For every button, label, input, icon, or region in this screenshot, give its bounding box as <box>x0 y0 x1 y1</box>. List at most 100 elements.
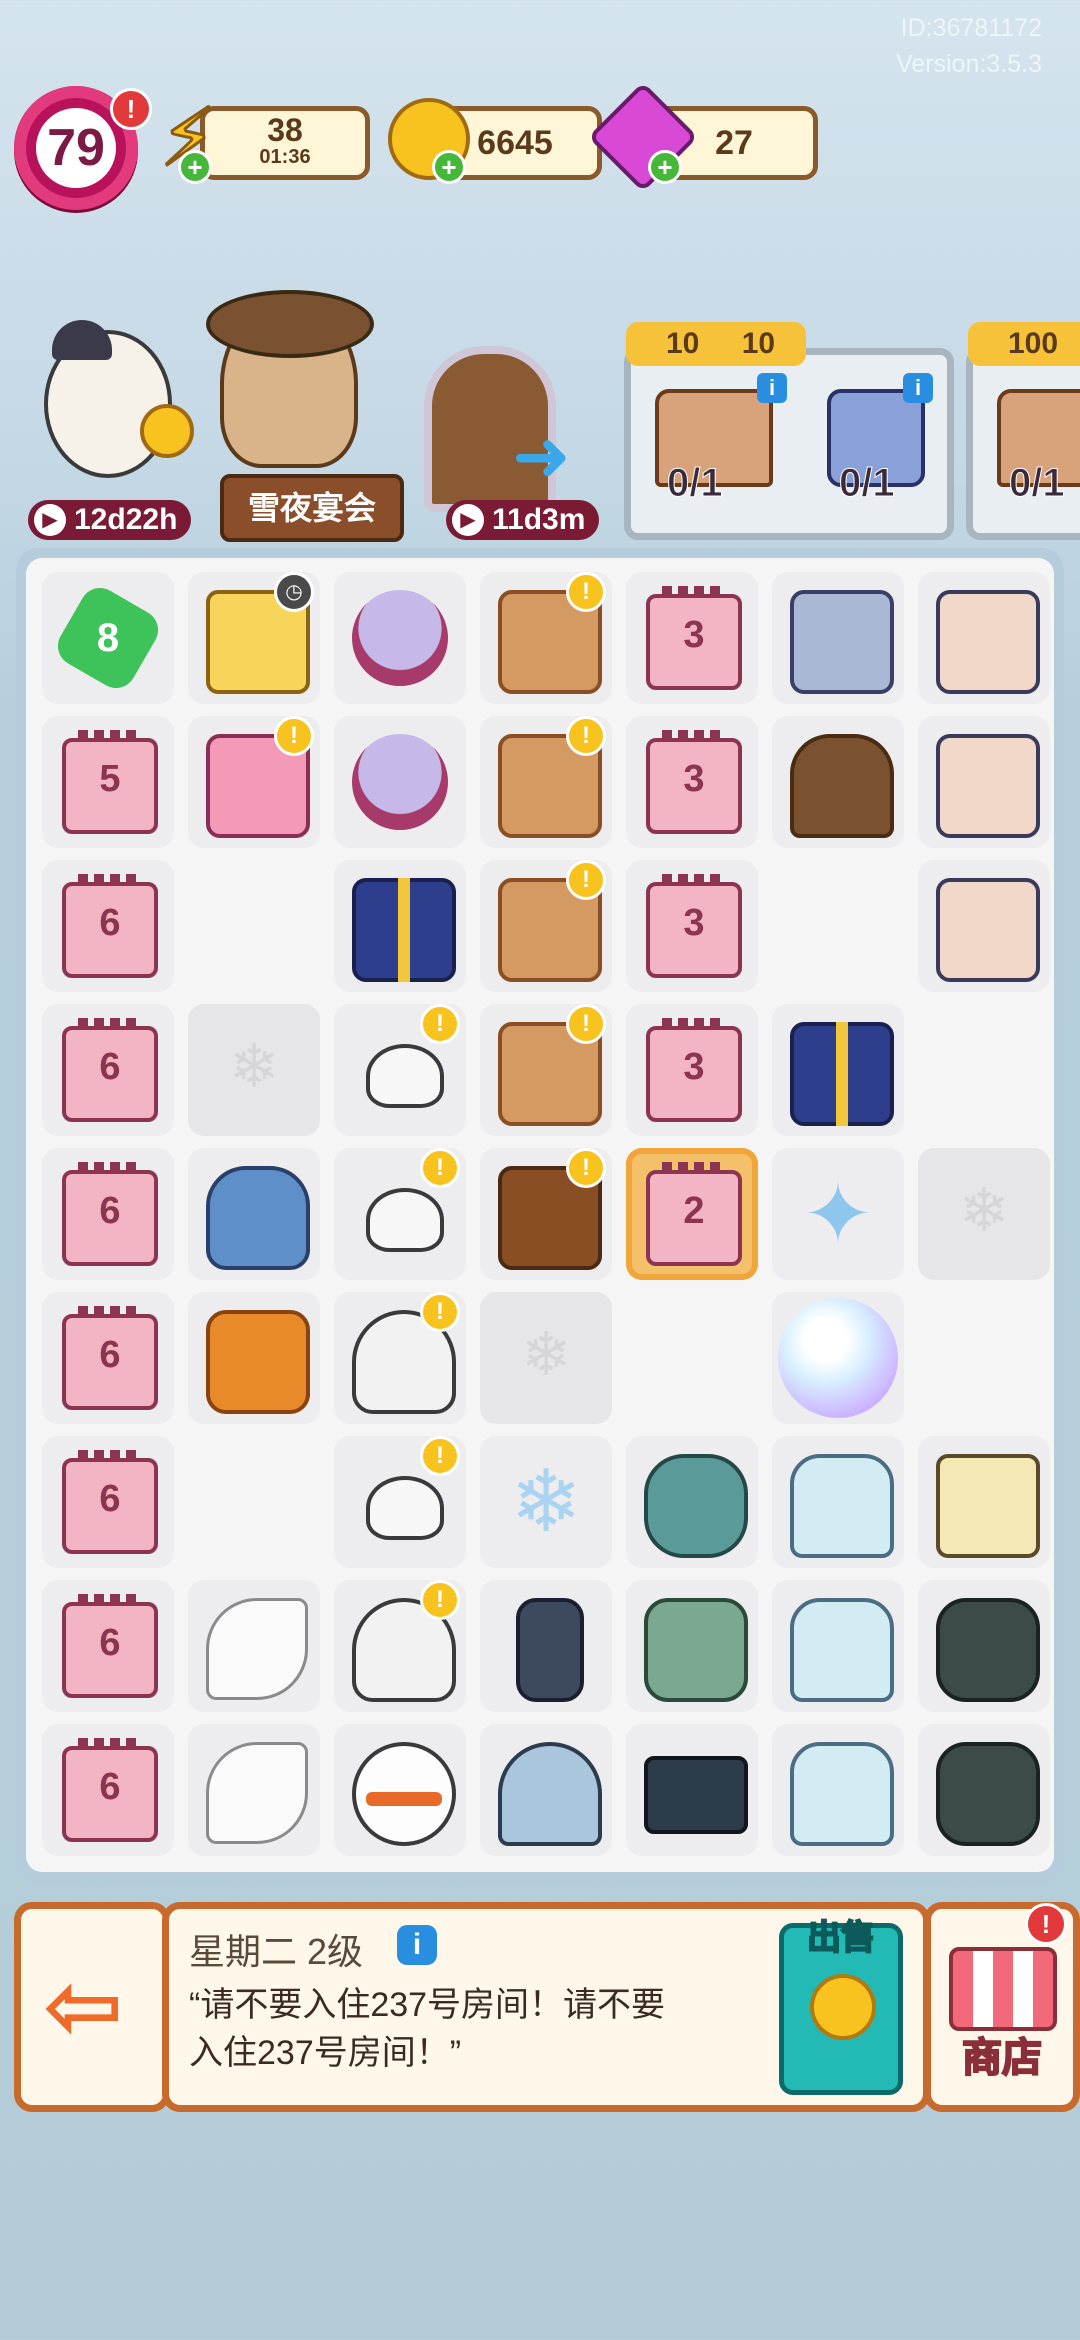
order-cost-tag: 100 <box>968 322 1080 366</box>
add-gems-button[interactable]: + <box>648 150 682 184</box>
board-cell[interactable]: 6 <box>42 1580 174 1712</box>
locked-cell[interactable] <box>480 1292 612 1424</box>
shop-button[interactable]: 商店 ! <box>924 1902 1080 2112</box>
board-cell[interactable]: 3 <box>626 716 758 848</box>
board-cell[interactable]: ! <box>480 572 612 704</box>
calendar-day-number: 6 <box>99 902 121 944</box>
board-cell[interactable] <box>772 1580 904 1712</box>
board-cell[interactable] <box>480 1436 612 1568</box>
board-cell[interactable] <box>626 1580 758 1712</box>
order-info-icon[interactable]: i <box>903 373 933 403</box>
board-cell[interactable] <box>918 1724 1050 1856</box>
door-event-timer-text: 11d3m <box>492 503 586 536</box>
coin-icon <box>810 1974 876 2040</box>
add-coins-button[interactable]: + <box>432 150 466 184</box>
board-cell[interactable] <box>918 1292 1050 1424</box>
board-cell[interactable]: 2 <box>626 1148 758 1280</box>
order-card-1[interactable]: 0/1 0/1 i i <box>624 348 954 540</box>
board-cell[interactable] <box>772 1724 904 1856</box>
gift-item-icon <box>790 1022 894 1126</box>
calendar-day-number: 3 <box>683 758 705 800</box>
locked-cell[interactable] <box>918 1148 1050 1280</box>
board-cell[interactable] <box>188 1724 320 1856</box>
board-cell[interactable]: 6 <box>42 860 174 992</box>
item-info-icon[interactable]: i <box>397 1925 437 1965</box>
locked-cell[interactable] <box>188 1004 320 1136</box>
board-cell[interactable] <box>772 1436 904 1568</box>
board-cell[interactable] <box>626 1724 758 1856</box>
board-cell[interactable]: 3 <box>626 860 758 992</box>
board-cell[interactable] <box>772 1292 904 1424</box>
cal-item-icon: 5 <box>62 730 158 834</box>
board-cell[interactable] <box>480 1724 612 1856</box>
board-cell[interactable] <box>334 1724 466 1856</box>
board-cell[interactable]: 6 <box>42 1436 174 1568</box>
sell-button[interactable]: 出售 <box>779 1918 903 2095</box>
board-cell[interactable]: ◷ <box>188 572 320 704</box>
exit-button[interactable]: ⇦ <box>14 1902 170 2112</box>
feast-event-label[interactable]: 雪夜宴会 <box>220 474 404 542</box>
board-cell[interactable] <box>918 860 1050 992</box>
board-cell[interactable] <box>626 1436 758 1568</box>
house-item-icon <box>790 590 894 694</box>
board-cell[interactable] <box>772 572 904 704</box>
order-ready-icon: ! <box>566 716 606 756</box>
board-cell[interactable]: 6 <box>42 1004 174 1136</box>
board-cell[interactable]: ! <box>334 1004 466 1136</box>
board-cell[interactable]: ! <box>480 1004 612 1136</box>
board-cell[interactable] <box>626 1292 758 1424</box>
level-alert-icon: ! <box>110 88 152 130</box>
add-energy-button[interactable]: + <box>178 150 212 184</box>
board-cell[interactable]: ! <box>188 716 320 848</box>
board-cell[interactable] <box>918 1004 1050 1136</box>
shop-awning-icon <box>949 1947 1057 2031</box>
board-cell[interactable] <box>334 716 466 848</box>
board-cell[interactable] <box>772 1148 904 1280</box>
board-cell[interactable] <box>772 860 904 992</box>
cal-item-icon: 6 <box>62 1450 158 1554</box>
board-cell[interactable] <box>334 572 466 704</box>
calendar-day-number: 2 <box>683 1190 705 1232</box>
board-cell[interactable] <box>188 1292 320 1424</box>
board-cell[interactable] <box>918 572 1050 704</box>
shop-label: 商店 <box>961 2035 1043 2081</box>
order-info-icon[interactable]: i <box>757 373 787 403</box>
clock-icon: ▶ <box>34 504 66 536</box>
board-cell[interactable]: 6 <box>42 1724 174 1856</box>
order-card-2[interactable]: 0/1 <box>966 348 1080 540</box>
board-cell[interactable] <box>188 1580 320 1712</box>
board-cell[interactable]: 5 <box>42 716 174 848</box>
board-cell[interactable] <box>334 860 466 992</box>
board-cell[interactable] <box>480 1580 612 1712</box>
board-cell[interactable] <box>188 860 320 992</box>
player-level-value: 79 <box>36 108 116 188</box>
board-cell[interactable]: 3 <box>626 1004 758 1136</box>
board-cell[interactable]: ! <box>334 1436 466 1568</box>
board-cell[interactable]: ! <box>334 1148 466 1280</box>
board-cell[interactable]: ! <box>334 1580 466 1712</box>
board-cell[interactable]: 8 <box>42 572 174 704</box>
board-cell[interactable]: ! <box>334 1292 466 1424</box>
board-cell[interactable]: 6 <box>42 1148 174 1280</box>
player-level-badge[interactable]: 79 ! <box>14 86 152 210</box>
snowball-item-icon <box>366 1044 444 1108</box>
board-cell[interactable] <box>188 1148 320 1280</box>
board-cell[interactable] <box>918 716 1050 848</box>
board-cell[interactable] <box>918 1580 1050 1712</box>
phone-item-icon <box>644 1454 748 1558</box>
board-cell[interactable] <box>772 716 904 848</box>
version-text: Version:3.5.3 <box>896 50 1042 78</box>
board-cell[interactable]: ! <box>480 716 612 848</box>
order-ready-icon: ! <box>566 860 606 900</box>
board-cell[interactable]: 3 <box>626 572 758 704</box>
board-cell[interactable]: 6 <box>42 1292 174 1424</box>
deadtree-item-icon <box>516 1598 584 1702</box>
board-cell[interactable]: ! <box>480 860 612 992</box>
lamp-item-icon <box>936 1742 1040 1846</box>
board-cell[interactable] <box>772 1004 904 1136</box>
calendar-rings-icon <box>78 1018 142 1030</box>
snowman-item-icon <box>352 1742 456 1846</box>
board-cell[interactable] <box>918 1436 1050 1568</box>
board-cell[interactable] <box>188 1436 320 1568</box>
board-cell[interactable]: ! <box>480 1148 612 1280</box>
